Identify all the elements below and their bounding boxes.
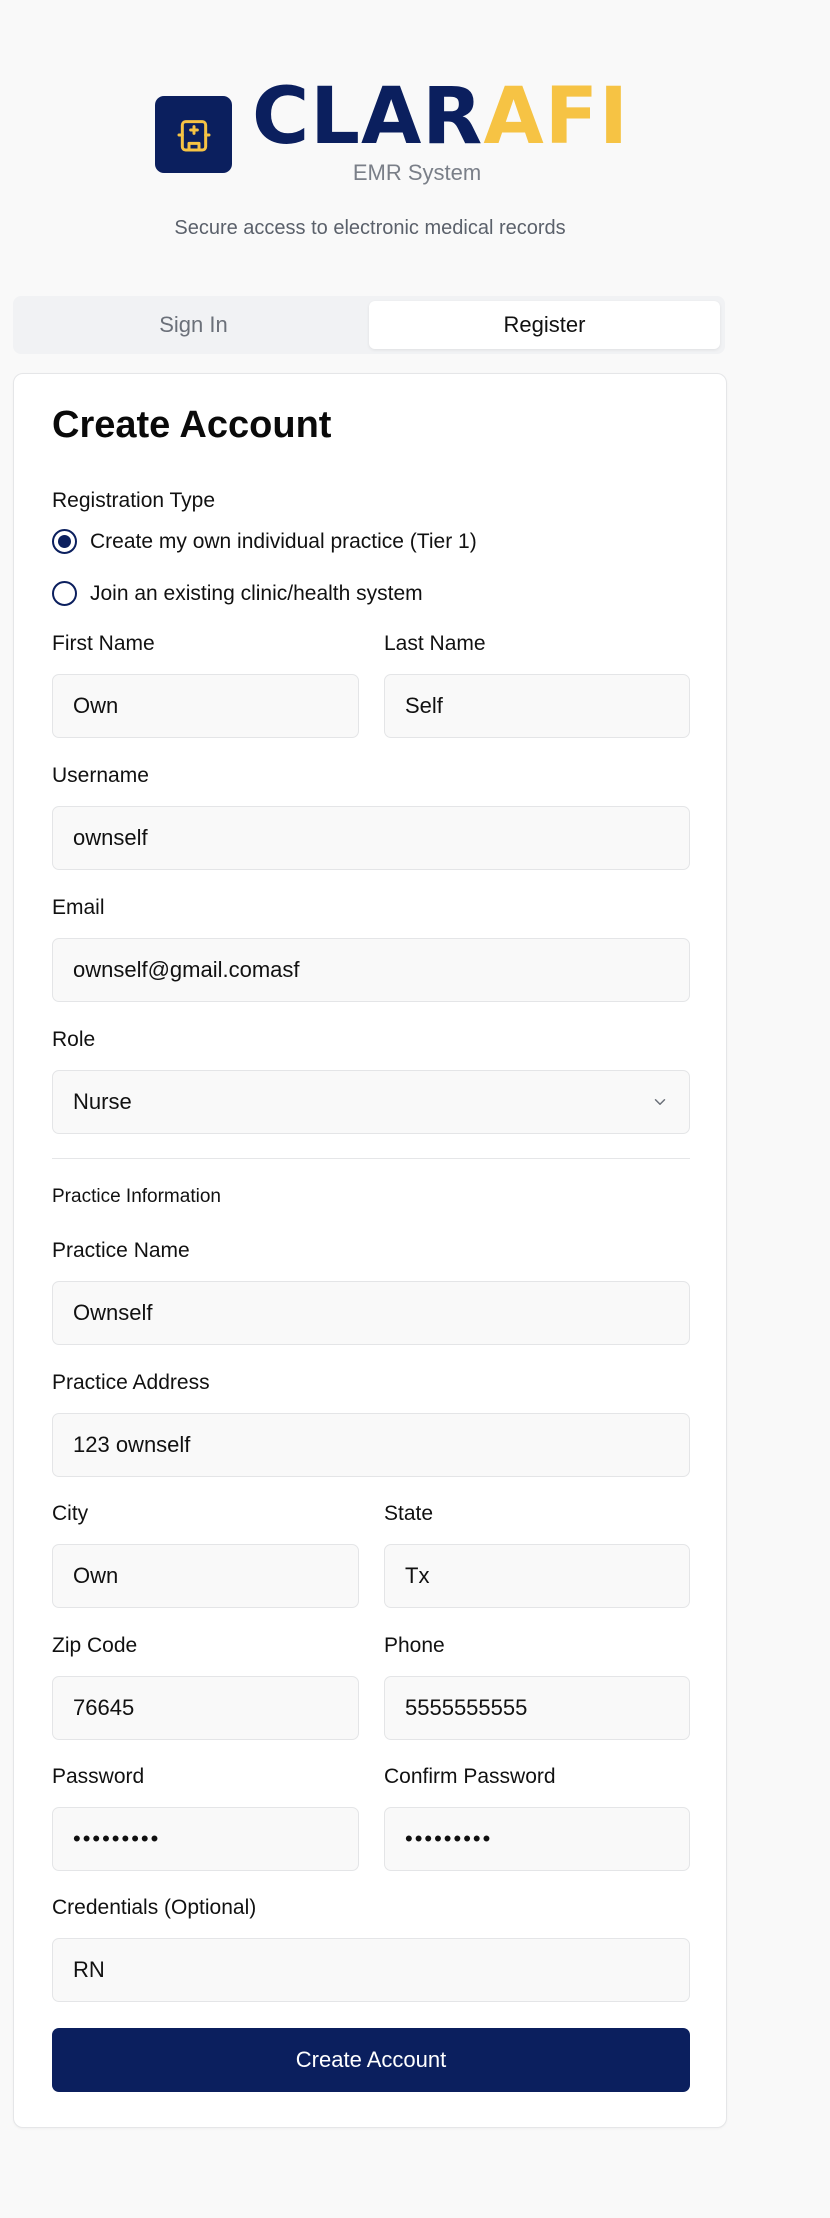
radio-button[interactable] <box>52 581 77 606</box>
username-label: Username <box>52 764 149 787</box>
confirm-password-label: Confirm Password <box>384 1765 556 1788</box>
tab-register[interactable]: Register <box>369 301 720 349</box>
first-name-input[interactable]: Own <box>52 674 359 738</box>
confirm-password-input[interactable]: ••••••••• <box>384 1807 690 1871</box>
city-label: City <box>52 1502 89 1525</box>
last-name-label: Last Name <box>384 632 486 655</box>
first-name-label: First Name <box>52 632 155 655</box>
state-label: State <box>384 1502 434 1525</box>
hospital-building-icon <box>177 119 210 151</box>
role-label: Role <box>52 1028 96 1051</box>
radio-button-selected[interactable] <box>52 529 77 554</box>
phone-input[interactable]: 5555555555 <box>384 1676 690 1740</box>
username-input[interactable]: ownself <box>52 806 690 870</box>
state-input[interactable]: Tx <box>384 1544 690 1608</box>
role-select-value: Nurse <box>73 1089 132 1114</box>
auth-tabs: Sign In Register <box>13 296 725 354</box>
password-label: Password <box>52 1765 145 1788</box>
practice-name-label: Practice Name <box>52 1239 190 1262</box>
radio-dot <box>58 535 71 548</box>
section-divider <box>52 1158 690 1159</box>
brand-subtitle: EMR System <box>352 160 482 185</box>
city-input[interactable]: Own <box>52 1544 359 1608</box>
practice-address-label: Practice Address <box>52 1371 210 1394</box>
credentials-input[interactable]: RN <box>52 1938 690 2002</box>
role-select[interactable]: Nurse <box>52 1070 690 1134</box>
chevron-down-icon <box>654 1099 666 1105</box>
radio-label-join: Join an existing clinic/health system <box>90 581 423 605</box>
form-title: Create Account <box>52 404 332 446</box>
brand-name-main: CLAR <box>252 72 484 162</box>
zip-code-input[interactable]: 76645 <box>52 1676 359 1740</box>
registration-type-label: Registration Type <box>52 489 216 512</box>
tab-sign-in[interactable]: Sign In <box>18 301 369 349</box>
create-account-button[interactable]: Create Account <box>52 2028 690 2092</box>
practice-section-heading: Practice Information <box>52 1186 221 1207</box>
zip-code-label: Zip Code <box>52 1634 138 1657</box>
register-card: Create Account Registration Type Create … <box>13 373 727 2128</box>
brand-name-accent: AFI <box>483 72 630 162</box>
email-label: Email <box>52 896 105 919</box>
brand-name: CLARAFI <box>252 72 629 162</box>
radio-individual-practice[interactable]: Create my own individual practice (Tier … <box>52 529 477 554</box>
practice-name-input[interactable]: Ownself <box>52 1281 690 1345</box>
practice-address-input[interactable]: 123 ownself <box>52 1413 690 1477</box>
logo-badge <box>155 96 232 173</box>
credentials-label: Credentials (Optional) <box>52 1896 257 1919</box>
brand-header: CLARAFI EMR System Secure access to elec… <box>0 0 740 290</box>
phone-label: Phone <box>384 1634 445 1657</box>
password-input[interactable]: ••••••••• <box>52 1807 359 1871</box>
radio-label-individual: Create my own individual practice (Tier … <box>90 529 477 553</box>
tagline: Secure access to electronic medical reco… <box>174 217 566 239</box>
last-name-input[interactable]: Self <box>384 674 690 738</box>
radio-join-clinic[interactable]: Join an existing clinic/health system <box>52 581 423 606</box>
email-input[interactable]: ownself@gmail.comasf <box>52 938 690 1002</box>
